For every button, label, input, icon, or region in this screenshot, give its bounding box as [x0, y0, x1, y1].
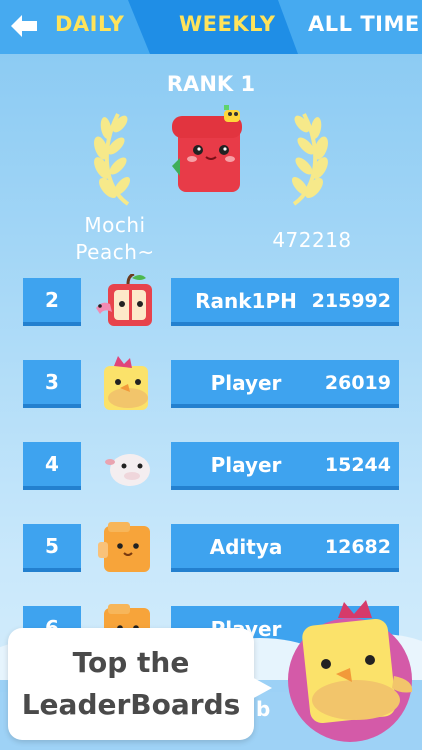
rank-number: 4	[23, 442, 81, 490]
callout-bubble: Top the LeaderBoards	[8, 628, 254, 740]
rank1-name-line1: Mochi	[84, 213, 146, 237]
leaderboard-row: 2 Rank1PH 215992	[0, 274, 422, 330]
white-sheep-avatar-icon	[105, 454, 150, 486]
rank1-title: RANK 1	[166, 72, 256, 96]
player-score: 215992	[311, 290, 391, 312]
player-name: Player	[210, 371, 282, 395]
player-bar[interactable]: Player 26019	[171, 360, 399, 408]
callout-line1: Top the	[72, 646, 190, 679]
back-arrow-icon[interactable]	[8, 10, 40, 42]
leaderboard-row: 4 Player 15244	[0, 438, 422, 494]
callout-tail	[250, 676, 272, 700]
tab-weekly[interactable]: WEEKLY	[179, 12, 275, 36]
rank-number: 3	[23, 360, 81, 408]
tab-bar: DAILY WEEKLY ALL TIME	[0, 0, 422, 54]
rank-number: 2	[23, 278, 81, 326]
rank1-score: 472218	[272, 228, 352, 252]
player-score: 26019	[324, 372, 391, 394]
laurel-left-icon	[94, 113, 131, 206]
apple-worm-avatar-icon	[96, 274, 152, 326]
player-name: Player	[210, 453, 282, 477]
chick-mascot-icon	[288, 600, 413, 742]
player-bar[interactable]: Rank1PH 215992	[171, 278, 399, 326]
overlap-text: b	[256, 697, 271, 721]
leaderboard-row: 3 Player 26019	[0, 356, 422, 412]
tab-daily[interactable]: DAILY	[55, 12, 124, 36]
rank1-player-name: Mochi Peach~	[60, 212, 170, 266]
player-score: 15244	[324, 454, 391, 476]
red-pepper-avatar-icon	[172, 105, 242, 192]
player-name: Aditya	[209, 535, 283, 559]
player-score: 12682	[324, 536, 391, 558]
laurel-right-icon	[291, 113, 328, 206]
rank1-name-line2: Peach~	[75, 240, 155, 264]
player-name: Rank1PH	[195, 289, 297, 313]
callout-line2: LeaderBoards	[21, 688, 241, 721]
tab-all-time[interactable]: ALL TIME	[308, 12, 420, 36]
player-bar[interactable]: Player 15244	[171, 442, 399, 490]
yellow-chick-avatar-icon	[104, 356, 148, 410]
